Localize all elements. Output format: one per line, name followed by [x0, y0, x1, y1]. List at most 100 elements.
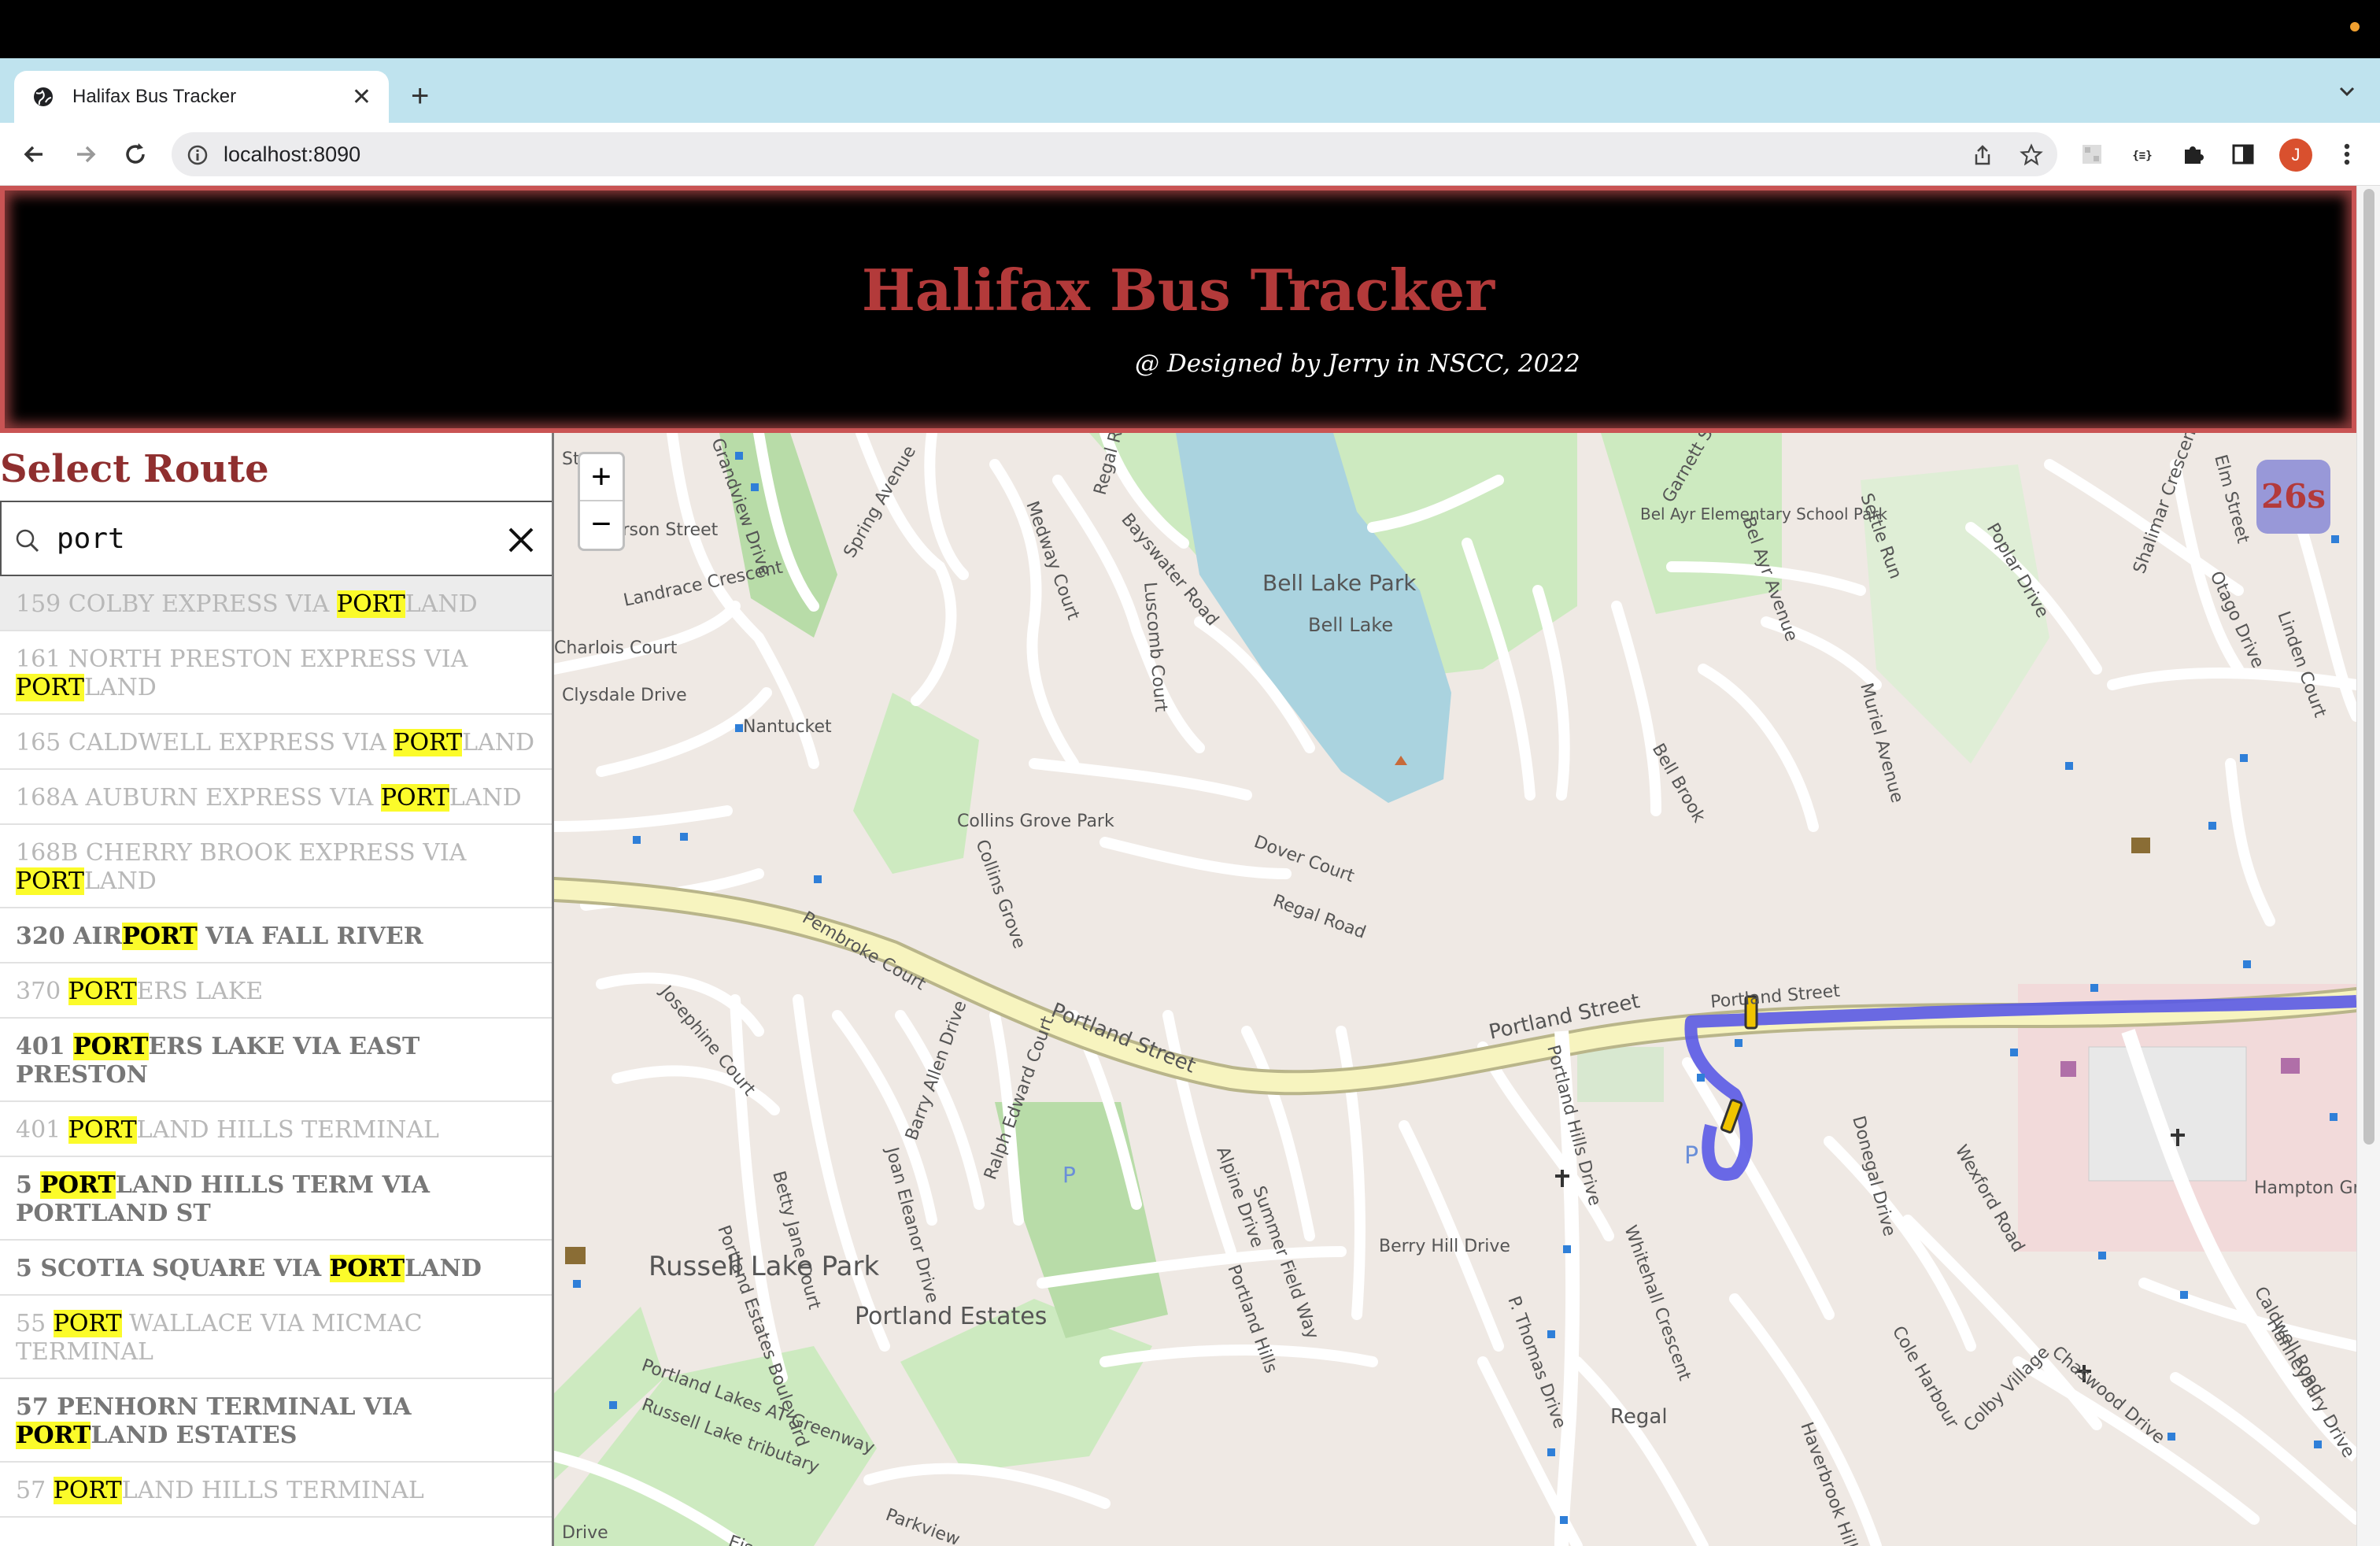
search-match-highlight: PORT: [53, 1310, 122, 1337]
zoom-out-button[interactable]: −: [580, 501, 623, 549]
page-title: Halifax Bus Tracker: [861, 257, 1495, 324]
search-match-highlight: PORT: [394, 729, 463, 756]
chevron-down-icon[interactable]: [2338, 82, 2356, 101]
search-match-highlight: PORT: [329, 1255, 405, 1282]
map-street-label: Russell Lake Park: [649, 1251, 879, 1282]
shopping-cart-icon: [2281, 1058, 2300, 1074]
map-street-label: Nantucket: [743, 717, 832, 737]
route-label-text: LAND: [83, 867, 157, 895]
tab-title: Halifax Bus Tracker: [72, 86, 237, 107]
route-label-text: 57: [16, 1477, 54, 1504]
route-option[interactable]: 5 SCOTIA SQUARE VIA PORTLAND: [0, 1241, 552, 1296]
route-label-text: 401: [16, 1033, 74, 1060]
route-option[interactable]: 370 PORTERS LAKE: [0, 963, 552, 1019]
route-option[interactable]: 320 AIRPORT VIA FALL RIVER: [0, 908, 552, 963]
search-match-highlight: PORT: [40, 1171, 116, 1199]
url-text[interactable]: localhost:8090: [224, 142, 360, 167]
route-option[interactable]: 401 PORTERS LAKE VIA EAST PRESTON: [0, 1019, 552, 1102]
route-label-text: VIA FALL RIVER: [197, 923, 423, 950]
svg-text:{≡}: {≡}: [2132, 150, 2152, 162]
json-extension-icon[interactable]: {≡}: [2127, 139, 2158, 170]
route-label-text: LAND: [449, 784, 522, 812]
refresh-countdown: 26s: [2256, 460, 2330, 534]
route-option[interactable]: 401 PORTLAND HILLS TERMINAL: [0, 1102, 552, 1157]
search-match-highlight: PORT: [73, 1033, 149, 1060]
search-match-highlight: PORT: [53, 1477, 122, 1504]
search-match-highlight: PORT: [336, 590, 405, 618]
route-label-text: 55: [16, 1310, 54, 1337]
search-match-highlight: PORT: [16, 1422, 91, 1449]
shop-icon: [2060, 1061, 2076, 1077]
close-tab-icon[interactable]: ✕: [352, 83, 371, 111]
search-match-highlight: PORT: [16, 867, 84, 895]
route-option[interactable]: 57 PORTLAND HILLS TERMINAL: [0, 1463, 552, 1518]
map-street-label: Bel Ayr Elementary School Park: [1640, 505, 1888, 523]
side-panel-icon[interactable]: [2227, 139, 2259, 170]
route-label-text: LAND: [405, 1255, 482, 1282]
back-arrow-icon[interactable]: [19, 139, 50, 170]
map-street-label: Portland Estates: [855, 1303, 1047, 1330]
route-label-text: 161 NORTH PRESTON EXPRESS VIA: [16, 645, 468, 673]
map-street-label: Hampton Green: [2254, 1178, 2356, 1198]
route-list: 159 COLBY EXPRESS VIA PORTLAND 161 NORTH …: [0, 576, 552, 1518]
route-label-text: 159 COLBY EXPRESS VIA: [16, 590, 337, 618]
route-option[interactable]: 168B CHERRY BROOK EXPRESS VIA PORTLAND: [0, 825, 552, 908]
route-label-text: 165 CALDWELL EXPRESS VIA: [16, 729, 394, 756]
map-street-label: Drive: [562, 1523, 608, 1543]
page-scrollbar[interactable]: [2356, 186, 2380, 1546]
more-options-icon[interactable]: [2331, 139, 2363, 170]
zoom-in-button[interactable]: +: [580, 454, 623, 501]
recording-indicator-icon: [2350, 22, 2360, 31]
route-label-text: 57 PENHORN TERMINAL VIA: [16, 1393, 412, 1421]
route-search-input[interactable]: [57, 516, 482, 560]
browser-toolbar: localhost:8090 {≡} J: [0, 123, 2380, 186]
route-option[interactable]: 165 CALDWELL EXPRESS VIA PORTLAND: [0, 715, 552, 770]
map-street-label: Bell Lake: [1308, 614, 1393, 636]
route-label-text: LAND ESTATES: [91, 1422, 298, 1449]
route-label-text: 168A AUBURN EXPRESS VIA: [16, 784, 381, 812]
map-street-label: Charlois Court: [554, 638, 678, 658]
route-label-text: 168B CHERRY BROOK EXPRESS VIA: [16, 839, 467, 867]
search-match-highlight: PORT: [122, 923, 198, 950]
new-tab-button[interactable]: +: [411, 79, 429, 114]
map-street-label: Berry Hill Drive: [1379, 1237, 1510, 1256]
map-view[interactable]: P P StreetAnderson StreetLandrace Cresce…: [554, 433, 2356, 1546]
parking-icon-terminal: P: [1684, 1142, 1698, 1170]
share-icon[interactable]: [1971, 143, 1994, 167]
bookmark-star-icon[interactable]: [2020, 143, 2043, 167]
route-option[interactable]: 168A AUBURN EXPRESS VIA PORTLAND: [0, 770, 552, 825]
map-street-label: Bell Lake Park: [1262, 570, 1417, 596]
route-option[interactable]: 5 PORTLAND HILLS TERM VIA PORTLAND ST: [0, 1157, 552, 1241]
browser-tab[interactable]: Halifax Bus Tracker ✕: [14, 71, 389, 123]
profile-avatar[interactable]: J: [2279, 139, 2312, 172]
search-match-highlight: PORT: [68, 978, 137, 1005]
route-option[interactable]: 161 NORTH PRESTON EXPRESS VIA PORTLAND: [0, 631, 552, 715]
route-label-text: 320 AIR: [16, 923, 123, 950]
info-icon[interactable]: [186, 143, 209, 167]
route-sidebar: Select Route 159 COLBY EXPRESS VIA PORTL…: [0, 433, 554, 1546]
forward-arrow-icon[interactable]: [69, 139, 101, 170]
route-option[interactable]: 57 PENHORN TERMINAL VIA PORTLAND ESTATES: [0, 1379, 552, 1463]
street-map[interactable]: P P StreetAnderson StreetLandrace Cresce…: [554, 433, 2356, 1546]
map-street-label: Regal: [1610, 1405, 1668, 1429]
route-search-box[interactable]: [0, 501, 552, 576]
address-bar[interactable]: localhost:8090: [172, 132, 2057, 176]
route-label-text: LAND HILLS TERMINAL: [121, 1477, 424, 1504]
library-icon: [565, 1247, 586, 1264]
route-label-text: 5 SCOTIA SQUARE VIA: [16, 1255, 330, 1282]
search-match-highlight: PORT: [16, 674, 84, 701]
reload-icon[interactable]: [120, 139, 151, 170]
route-label-text: 401: [16, 1116, 68, 1144]
route-label-text: LAND: [462, 729, 535, 756]
extension-qr-icon[interactable]: [2076, 139, 2108, 170]
select-route-heading: Select Route: [0, 447, 269, 491]
parking-icon: P: [1062, 1162, 1076, 1188]
route-option[interactable]: 55 PORT WALLACE VIA MICMAC TERMINAL: [0, 1296, 552, 1379]
zoom-control: + −: [578, 452, 625, 551]
globe-icon: [34, 87, 53, 106]
clear-search-icon[interactable]: [505, 524, 537, 556]
extensions-puzzle-icon[interactable]: [2177, 139, 2208, 170]
route-option[interactable]: 159 COLBY EXPRESS VIA PORTLAND: [0, 576, 552, 631]
scroll-thumb[interactable]: [2363, 189, 2374, 1145]
route-label-text: ERS LAKE: [136, 978, 264, 1005]
